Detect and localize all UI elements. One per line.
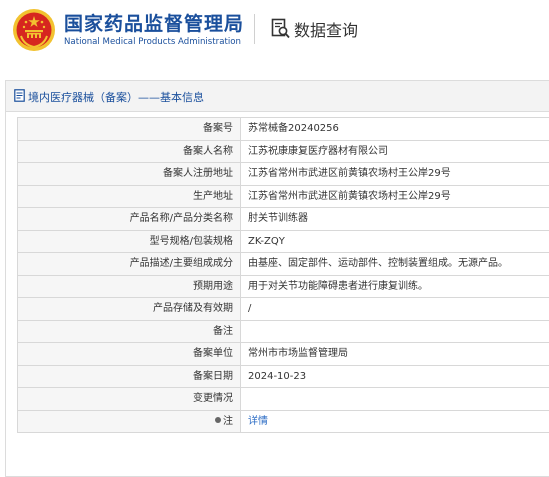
- table-row: 产品名称/产品分类名称 肘关节训练器: [18, 208, 549, 231]
- document-search-icon[interactable]: [271, 18, 291, 40]
- pin-icon: [215, 416, 221, 423]
- table-row: 预期用途 用于对关节功能障碍患者进行康复训练。: [18, 275, 549, 298]
- row-value: 江苏省常州市武进区前黄镇农场村王公岸29号: [248, 190, 451, 202]
- table-row: 备案日期 2024-10-23: [18, 365, 549, 388]
- row-label: 预期用途: [18, 275, 241, 297]
- row-label: 生产地址: [18, 185, 241, 207]
- row-label: 备案人注册地址: [18, 163, 241, 185]
- row-value: 由基座、固定部件、运动部件、控制装置组成。无源产品。: [248, 258, 508, 269]
- row-label: 备案人名称: [18, 140, 241, 162]
- table-row: 备案人注册地址 江苏省常州市武进区前黄镇农场村王公岸29号: [18, 163, 549, 186]
- info-table: 备案号 苏常械备20240256 备案人名称 江苏祝康康复医疗器材有限公司 备案…: [17, 117, 549, 433]
- row-value: [241, 321, 549, 343]
- table-row: 备案人名称 江苏祝康康复医疗器材有限公司: [18, 140, 549, 163]
- row-label: 备注: [18, 320, 241, 342]
- row-value: /: [248, 303, 252, 314]
- panel-title: 境内医疗器械（备案）——基本信息: [28, 91, 204, 104]
- row-label: 注: [18, 410, 241, 432]
- row-label: 备案日期: [18, 365, 241, 387]
- table-row-note: 注 详情: [18, 410, 549, 433]
- row-value: [241, 388, 549, 410]
- org-name-en: National Medical Products Administration: [64, 37, 241, 47]
- org-name-cn: 国家药品监督管理局: [64, 13, 245, 35]
- panel-title-bar: 境内医疗器械（备案）——基本信息: [6, 81, 549, 112]
- site-header: 国家药品监督管理局 National Medical Products Admi…: [0, 0, 549, 64]
- table-row: 型号规格/包装规格 ZK-ZQY: [18, 230, 549, 253]
- row-value: 详情: [241, 411, 549, 433]
- table-row: 产品描述/主要组成成分 由基座、固定部件、运动部件、控制装置组成。无源产品。: [18, 253, 549, 276]
- row-value: 用于对关节功能障碍患者进行康复训练。: [248, 280, 428, 292]
- row-label: 备案号: [18, 118, 241, 140]
- row-value: 苏常械备20240256: [248, 123, 339, 134]
- table-row: 备案号 苏常械备20240256: [18, 118, 549, 141]
- row-value: 江苏祝康康复医疗器材有限公司: [248, 145, 388, 157]
- table-row: 备案单位 常州市市场监督管理局: [18, 343, 549, 366]
- note-label: 注: [223, 415, 233, 427]
- row-value: 肘关节训练器: [248, 213, 308, 224]
- table-row: 变更情况: [18, 388, 549, 411]
- row-label: 产品描述/主要组成成分: [18, 253, 241, 275]
- row-label: 型号规格/包装规格: [18, 230, 241, 252]
- data-query-link[interactable]: 数据查询: [294, 17, 358, 41]
- row-label: 备案单位: [18, 343, 241, 365]
- row-label: 变更情况: [18, 388, 241, 410]
- table-row: 生产地址 江苏省常州市武进区前黄镇农场村王公岸29号: [18, 185, 549, 208]
- row-label: 产品名称/产品分类名称: [18, 208, 241, 230]
- table-row: 产品存储及有效期 /: [18, 298, 549, 321]
- table-row: 备注: [18, 320, 549, 343]
- document-icon: [14, 89, 25, 102]
- row-value: ZK-ZQY: [248, 235, 285, 247]
- header-divider: [254, 14, 255, 44]
- row-value: 2024-10-23: [248, 370, 307, 382]
- details-link[interactable]: 详情: [248, 416, 268, 427]
- row-label: 产品存储及有效期: [18, 298, 241, 320]
- row-value: 常州市市场监督管理局: [248, 348, 348, 359]
- row-value: 江苏省常州市武进区前黄镇农场村王公岸29号: [248, 168, 451, 179]
- national-emblem-icon: [13, 9, 55, 51]
